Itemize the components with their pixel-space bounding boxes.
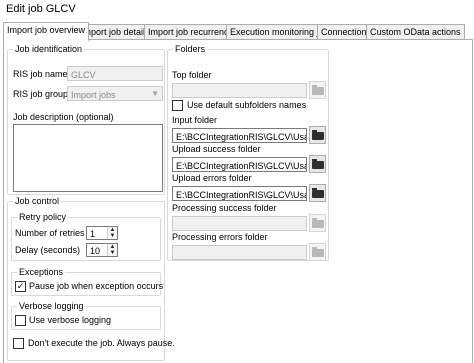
folder-open-icon bbox=[312, 188, 324, 198]
upload-errors-folder-label: Upload errors folder bbox=[172, 173, 252, 183]
upload-errors-browse-button[interactable] bbox=[309, 184, 326, 202]
tab-custom-odata-actions[interactable]: Custom OData actions bbox=[366, 24, 465, 40]
folder-open-icon bbox=[312, 130, 324, 140]
job-identification-group: Job identification RIS job name GLCV RIS… bbox=[7, 44, 165, 195]
upload-success-browse-button[interactable] bbox=[309, 155, 326, 173]
top-folder-browse-button[interactable] bbox=[309, 81, 326, 99]
processing-success-folder-label: Processing success folder bbox=[172, 203, 277, 213]
window-title: Edit job GLCV bbox=[6, 3, 76, 15]
processing-errors-browse-button[interactable] bbox=[309, 243, 326, 261]
job-control-group: Job control Retry policy Number of retri… bbox=[7, 196, 175, 361]
spin-down-icon[interactable]: ▼ bbox=[108, 233, 117, 239]
delay-seconds-label: Delay (seconds) bbox=[15, 245, 81, 255]
delay-seconds-stepper[interactable]: 10 ▲ ▼ bbox=[86, 243, 118, 257]
ris-job-group-label: RIS job group bbox=[13, 89, 69, 99]
verbose-logging-group: Verbose logging Use verbose logging bbox=[11, 301, 161, 330]
ris-job-name-field[interactable]: GLCV bbox=[67, 66, 163, 81]
pause-on-exception-checkbox[interactable]: ✓ bbox=[15, 281, 26, 292]
use-verbose-logging-checkbox[interactable] bbox=[15, 315, 26, 326]
processing-errors-folder-label: Processing errors folder bbox=[172, 232, 268, 242]
use-verbose-logging-label: Use verbose logging bbox=[29, 315, 112, 325]
number-of-retries-label: Number of retries bbox=[15, 228, 85, 238]
upload-errors-folder-field[interactable]: E:\BCCIntegrationRIS\GLCV\Usa3\Up bbox=[172, 186, 307, 201]
top-folder-label: Top folder bbox=[172, 70, 212, 80]
spin-down-icon[interactable]: ▼ bbox=[108, 250, 117, 256]
input-folder-browse-button[interactable] bbox=[309, 126, 326, 144]
folders-group: Folders Top folder Use default subfolder… bbox=[167, 44, 329, 261]
folder-open-icon bbox=[312, 85, 324, 95]
retry-policy-group: Retry policy Number of retries 1 ▲ ▼ Del… bbox=[11, 212, 161, 261]
upload-success-folder-label: Upload success folder bbox=[172, 144, 261, 154]
checkmark-icon: ✓ bbox=[16, 281, 25, 291]
dont-execute-checkbox[interactable] bbox=[13, 338, 24, 349]
ris-job-name-label: RIS job name bbox=[13, 69, 68, 79]
folders-legend: Folders bbox=[173, 44, 208, 54]
processing-errors-folder-field[interactable] bbox=[172, 245, 307, 260]
processing-success-browse-button[interactable] bbox=[309, 214, 326, 232]
input-folder-label: Input folder bbox=[172, 115, 218, 125]
use-default-subfolders-label: Use default subfolders names bbox=[187, 100, 307, 110]
exceptions-legend: Exceptions bbox=[17, 267, 66, 277]
chevron-down-icon: ▼ bbox=[151, 89, 159, 98]
delay-seconds-value: 10 bbox=[90, 246, 101, 256]
dont-execute-label: Don't execute the job. Always pause. bbox=[28, 338, 175, 348]
ris-job-group-value: Import jobs bbox=[71, 90, 116, 100]
input-folder-field[interactable]: E:\BCCIntegrationRIS\GLCV\Usa3\In bbox=[172, 128, 307, 143]
processing-success-folder-field[interactable] bbox=[172, 216, 307, 231]
tab-import-job-recurrence[interactable]: Import job recurrence bbox=[144, 24, 238, 40]
exceptions-group: Exceptions ✓ Pause job when exception oc… bbox=[11, 267, 164, 296]
job-description-label: Job description (optional) bbox=[13, 112, 114, 122]
number-of-retries-spin-buttons[interactable]: ▲ ▼ bbox=[107, 227, 117, 239]
upload-success-folder-field[interactable]: E:\BCCIntegrationRIS\GLCV\Usa3\Up bbox=[172, 157, 307, 172]
delay-seconds-spin-buttons[interactable]: ▲ ▼ bbox=[107, 244, 117, 256]
ris-job-group-select[interactable]: Import jobs ▼ bbox=[67, 86, 163, 101]
retry-policy-legend: Retry policy bbox=[17, 212, 69, 222]
job-description-textarea[interactable] bbox=[13, 124, 163, 192]
tab-import-job-overview[interactable]: Import job overview bbox=[3, 22, 90, 41]
folder-open-icon bbox=[312, 159, 324, 169]
tab-connection[interactable]: Connection bbox=[317, 24, 371, 40]
job-control-legend: Job control bbox=[13, 196, 62, 206]
top-folder-field[interactable] bbox=[172, 83, 307, 98]
use-default-subfolders-checkbox[interactable] bbox=[172, 100, 183, 111]
tab-panel-overview: Job identification RIS job name GLCV RIS… bbox=[3, 39, 473, 363]
verbose-logging-legend: Verbose logging bbox=[17, 301, 86, 311]
number-of-retries-stepper[interactable]: 1 ▲ ▼ bbox=[86, 226, 118, 240]
job-identification-legend: Job identification bbox=[13, 44, 85, 54]
number-of-retries-value: 1 bbox=[90, 229, 96, 239]
tab-strip: Import job overview Import job details I… bbox=[0, 22, 474, 41]
folder-open-icon bbox=[312, 247, 324, 257]
pause-on-exception-label: Pause job when exception occurs bbox=[29, 281, 164, 291]
folder-open-icon bbox=[312, 218, 324, 228]
